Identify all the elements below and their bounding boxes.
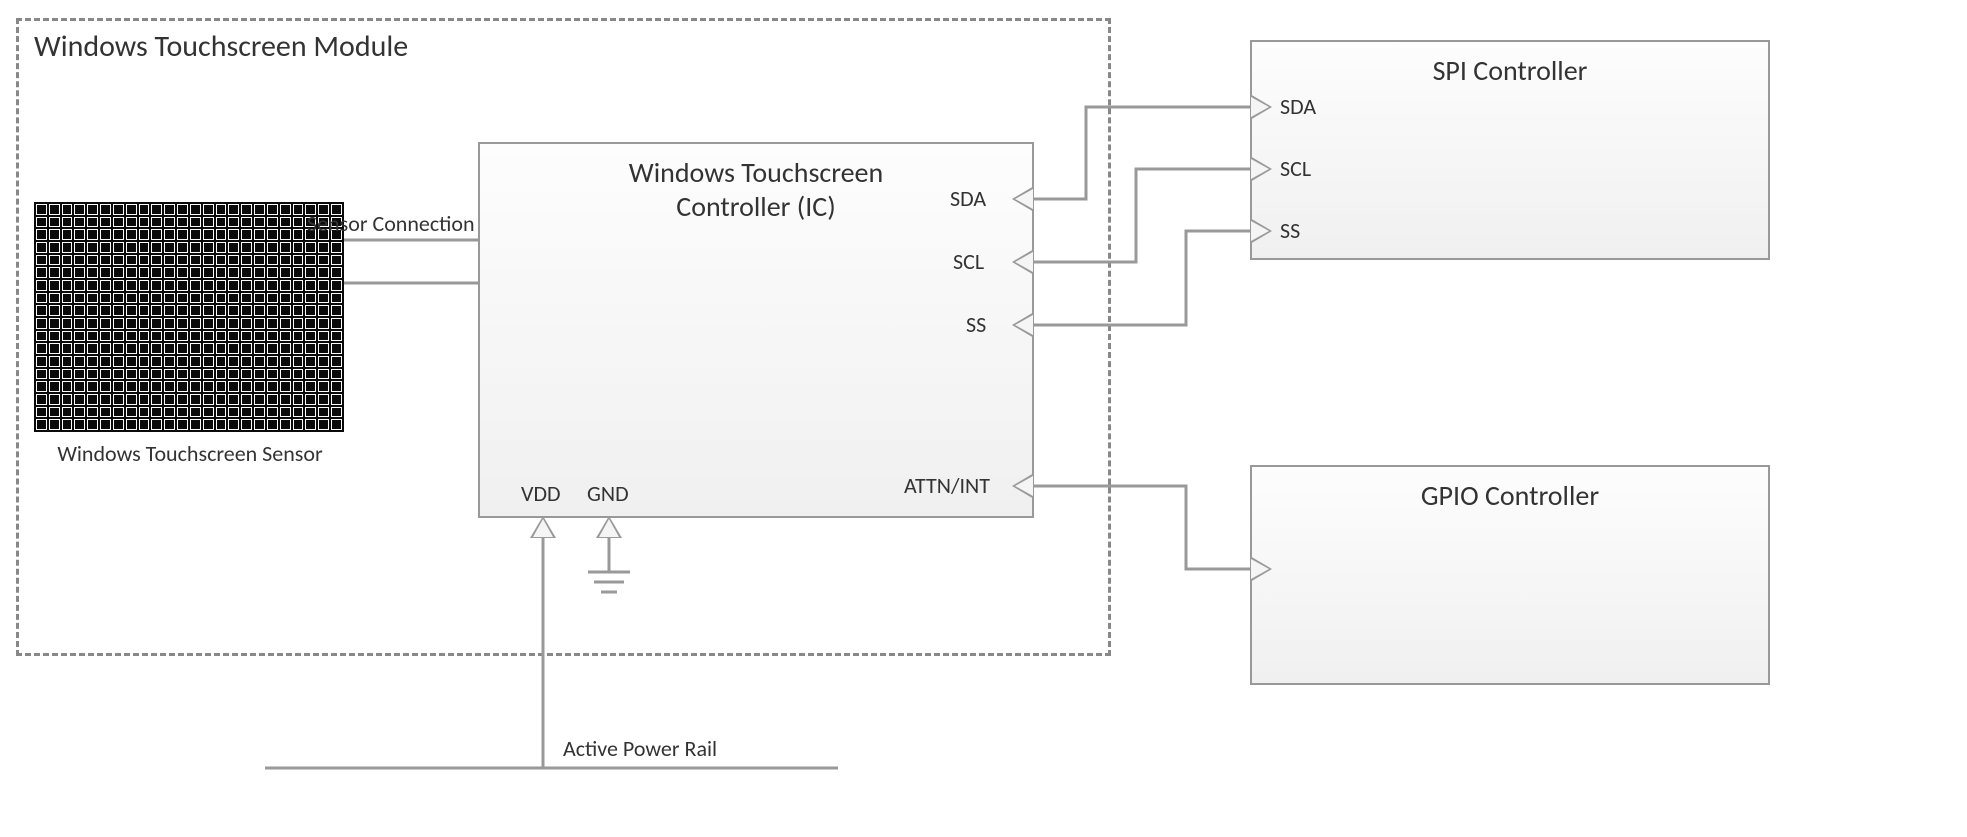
pin-scl-arrow-icon <box>1012 249 1034 275</box>
pin-attn-arrow-icon <box>1012 473 1034 499</box>
sensor-connection-label: Sensor Connection <box>307 210 475 237</box>
touchscreen-block-diagram: Windows Touchscreen Module Windows Touch… <box>0 0 1967 837</box>
power-rail-label: Active Power Rail <box>563 735 717 762</box>
pin-gnd-label: GND <box>587 480 629 507</box>
pin-ss-label: SS <box>966 311 986 338</box>
spi-sda-label: SDA <box>1280 93 1316 120</box>
spi-ss-arrow-icon <box>1250 218 1272 244</box>
pin-sda-arrow-icon <box>1012 186 1034 212</box>
gpio-controller-title: GPIO Controller <box>1252 479 1768 513</box>
gpio-controller-block: GPIO Controller <box>1250 465 1770 685</box>
pin-scl-label: SCL <box>953 248 984 275</box>
spi-scl-arrow-icon <box>1250 156 1272 182</box>
spi-controller-block: SPI Controller <box>1250 40 1770 260</box>
spi-sda-arrow-icon <box>1250 94 1272 120</box>
spi-controller-title: SPI Controller <box>1252 54 1768 88</box>
module-title: Windows Touchscreen Module <box>34 28 408 65</box>
gpio-pin-arrow-icon <box>1250 556 1272 582</box>
pin-sda-label: SDA <box>950 185 986 212</box>
pin-attn-label: ATTN/INT <box>904 472 990 499</box>
sensor-caption: Windows Touchscreen Sensor <box>50 440 330 467</box>
pin-vdd-arrow-icon <box>530 516 556 538</box>
spi-scl-label: SCL <box>1280 155 1311 182</box>
controller-title-line1: Windows Touchscreen <box>629 155 883 190</box>
spi-ss-label: SS <box>1280 217 1300 244</box>
pin-ss-arrow-icon <box>1012 312 1034 338</box>
pin-gnd-arrow-icon <box>596 516 622 538</box>
pin-vdd-label: VDD <box>521 480 561 507</box>
controller-title-line2: Controller (IC) <box>676 189 835 224</box>
touchscreen-sensor <box>34 202 344 432</box>
